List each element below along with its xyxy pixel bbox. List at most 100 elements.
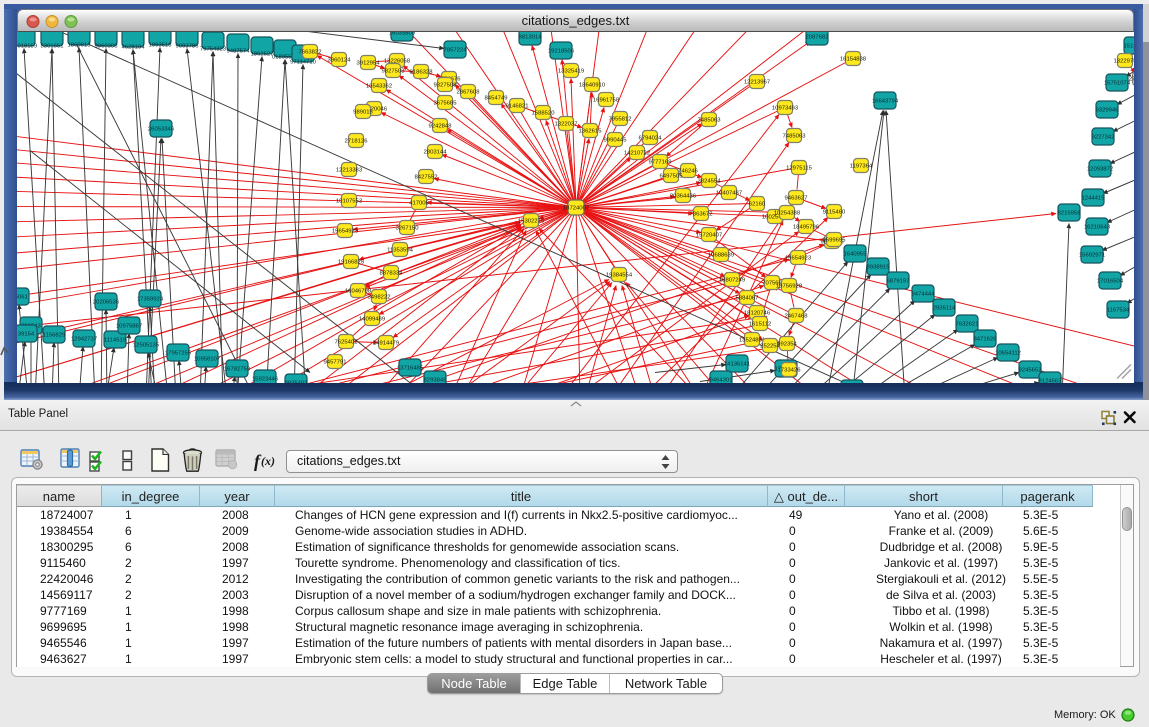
svg-text:9146821: 9146821 [506,103,529,109]
svg-text:835061: 835061 [17,294,28,300]
svg-text:7955812: 7955812 [609,116,632,122]
svg-text:16033809: 16033809 [389,32,415,37]
svg-text:1322975: 1322975 [1114,58,1134,64]
svg-text:16210643: 16210643 [1084,224,1111,230]
svg-text:1615112: 1615112 [749,321,772,327]
svg-text:1733426: 1733426 [778,367,802,373]
svg-text:8124563: 8124563 [1039,378,1063,383]
svg-text:2867608: 2867608 [457,89,481,95]
svg-text:19166825: 19166825 [338,259,365,265]
svg-text:8293846: 8293846 [424,377,448,383]
svg-text:17016504: 17016504 [1097,278,1124,284]
svg-text:20364436: 20364436 [670,193,697,199]
svg-text:15720407: 15720407 [696,232,722,238]
svg-text:9777169: 9777169 [649,159,672,165]
svg-text:19384554: 19384554 [606,272,633,278]
svg-text:14210722: 14210722 [624,150,650,156]
svg-text:7632621: 7632621 [956,321,979,327]
svg-text:9990445: 9990445 [604,137,628,143]
svg-text:14914479: 14914479 [373,340,399,346]
svg-text:1322037: 1322037 [555,121,578,127]
svg-text:3267150: 3267150 [396,225,420,231]
svg-text:20206536: 20206536 [93,299,120,305]
svg-text:10254388: 10254388 [774,210,801,216]
svg-text:17359924: 17359924 [137,296,164,302]
svg-text:417006: 417006 [409,200,429,206]
svg-text:12213383: 12213383 [336,167,363,173]
svg-text:8186328: 8186328 [410,69,434,75]
svg-text:1114519: 1114519 [104,337,126,343]
svg-text:18495796: 18495796 [793,224,820,230]
svg-text:39154: 39154 [18,331,35,337]
svg-text:16154838: 16154838 [840,56,867,62]
svg-text:2467468: 2467468 [785,313,809,319]
svg-text:26018159: 26018159 [17,43,37,49]
svg-text:6794024: 6794024 [639,135,663,141]
svg-text:4628194: 4628194 [122,44,146,50]
svg-text:7863672: 7863672 [690,211,713,217]
svg-text:8878334: 8878334 [380,270,404,276]
svg-text:9327508: 9327508 [434,82,458,88]
svg-text:18120746: 18120746 [744,310,771,316]
svg-text:1513094: 1513094 [1124,43,1134,49]
svg-text:9242848: 9242848 [429,123,453,129]
svg-text:8471626: 8471626 [974,336,998,342]
svg-text:9463627: 9463627 [785,195,808,201]
svg-text:9487574: 9487574 [227,48,251,54]
svg-text:1362615: 1362615 [579,128,603,134]
svg-text:9093786: 9093786 [176,43,200,49]
svg-text:15751074: 15751074 [1104,80,1131,86]
svg-text:989015: 989015 [353,109,373,115]
svg-text:2718126: 2718126 [345,138,369,144]
svg-text:12505135: 12505135 [133,342,160,348]
svg-text:97114710: 97114710 [290,59,316,65]
svg-text:18640910: 18640910 [579,82,606,88]
svg-text:9960308: 9960308 [95,43,119,49]
svg-text:19654923: 19654923 [332,228,359,234]
svg-text:3675685: 3675685 [434,100,458,106]
svg-text:16643794: 16643794 [872,98,899,104]
svg-text:8454749: 8454749 [485,95,508,101]
svg-text:19218506: 19218506 [548,48,575,54]
svg-text:2803144: 2803144 [424,149,448,155]
svg-text:3912954: 3912954 [357,60,381,66]
svg-text:10688639: 10688639 [708,252,734,258]
svg-text:1197364: 1197364 [850,163,873,169]
svg-text:1862527: 1862527 [251,51,274,57]
svg-text:3824554: 3824554 [698,178,722,184]
svg-text:7485063: 7485063 [698,117,722,123]
svg-text:79754323: 79754323 [200,46,227,52]
svg-text:10958107: 10958107 [194,356,220,362]
svg-text:10973493: 10973493 [772,105,799,111]
svg-text:15302275: 15302275 [518,218,545,224]
svg-text:9115460: 9115460 [823,209,846,215]
svg-text:16961758: 16961758 [593,97,620,103]
svg-text:1588520: 1588520 [532,110,556,116]
svg-text:10654112: 10654112 [995,350,1021,356]
svg-text:13325419: 13325419 [558,68,584,74]
svg-text:992354: 992354 [777,341,797,347]
svg-text:1640955: 1640955 [844,251,868,257]
svg-text:8813014: 8813014 [519,34,543,40]
svg-text:15923446: 15923446 [252,376,279,382]
svg-text:14136141: 14136141 [724,361,750,367]
svg-text:12942737: 12942737 [71,336,97,342]
svg-text:19756928: 19756928 [776,283,803,289]
svg-text:6497505: 6497505 [660,173,684,179]
svg-text:16782759: 16782759 [224,366,250,372]
svg-text:(x): (x) [261,454,275,468]
svg-text:7625402: 7625402 [335,339,358,345]
svg-text:18724007: 18724007 [563,205,589,211]
svg-text:15692971: 15692971 [1079,252,1105,258]
svg-text:10975867: 10975867 [116,323,142,329]
svg-text:1156829: 1156829 [43,332,66,338]
svg-text:9925402: 9925402 [285,380,308,383]
svg-text:62160: 62160 [749,201,766,207]
svg-text:8215958: 8215958 [1058,210,1082,216]
svg-text:17957255: 17957255 [165,350,192,356]
svg-text:10407487: 10407487 [716,190,742,196]
svg-text:2754311: 2754311 [1129,76,1134,82]
svg-text:6879197: 6879197 [887,278,910,284]
svg-text:9699695: 9699695 [823,237,847,243]
svg-text:3960124: 3960124 [328,57,352,63]
